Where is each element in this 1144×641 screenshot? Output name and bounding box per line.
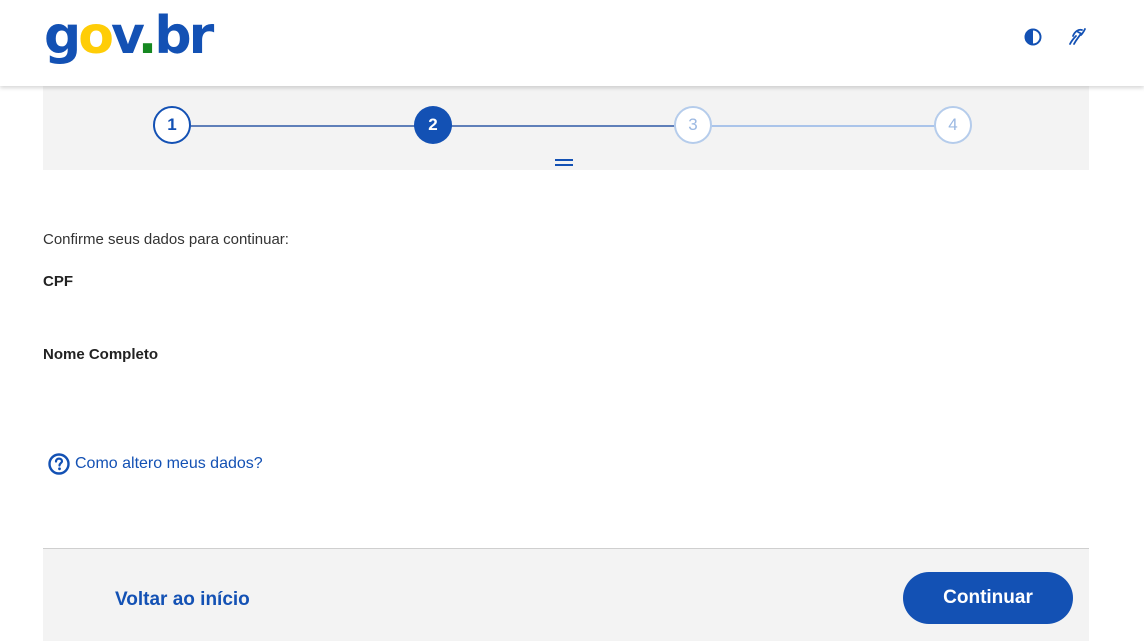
back-to-start-link[interactable]: Voltar ao início	[115, 589, 250, 611]
logo-letter-r: r	[188, 6, 215, 66]
step-1[interactable]: 1	[153, 106, 191, 144]
step-2[interactable]: 2	[414, 106, 452, 144]
logo-letter-v: v	[110, 6, 141, 66]
page: gov.br 1 2 3 4 Confirme seus dados para …	[0, 0, 1144, 641]
logo-letter-g: g	[44, 6, 81, 66]
help-link[interactable]: Como altero meus dados?	[47, 452, 263, 476]
step-4: 4	[934, 106, 972, 144]
step-3: 3	[674, 106, 712, 144]
question-circle-icon	[47, 452, 71, 476]
sign-language-icon[interactable]	[1066, 26, 1088, 48]
full-name-label: Nome Completo	[43, 346, 159, 363]
help-link-label: Como altero meus dados?	[75, 455, 263, 472]
stepper-line-3-4	[711, 125, 935, 127]
header: gov.br	[0, 0, 1144, 86]
stepper-line-1-2	[191, 125, 415, 127]
logo-dot: .	[137, 6, 158, 66]
cpf-label: CPF	[43, 273, 73, 290]
contrast-icon[interactable]	[1022, 26, 1044, 48]
stepper-line-2-3	[451, 125, 675, 127]
stepper: 1 2 3 4	[43, 86, 1089, 170]
continue-button[interactable]: Continuar	[903, 572, 1073, 624]
footer-actions: Voltar ao início Continuar	[43, 548, 1089, 641]
govbr-logo[interactable]: gov.br	[44, 6, 215, 66]
header-icons	[1022, 26, 1088, 48]
logo-letter-o: o	[78, 6, 114, 66]
instruction-text: Confirme seus dados para continuar:	[43, 231, 289, 248]
stepper-toggle-handle[interactable]	[555, 159, 573, 166]
logo-letter-b: b	[154, 6, 191, 66]
